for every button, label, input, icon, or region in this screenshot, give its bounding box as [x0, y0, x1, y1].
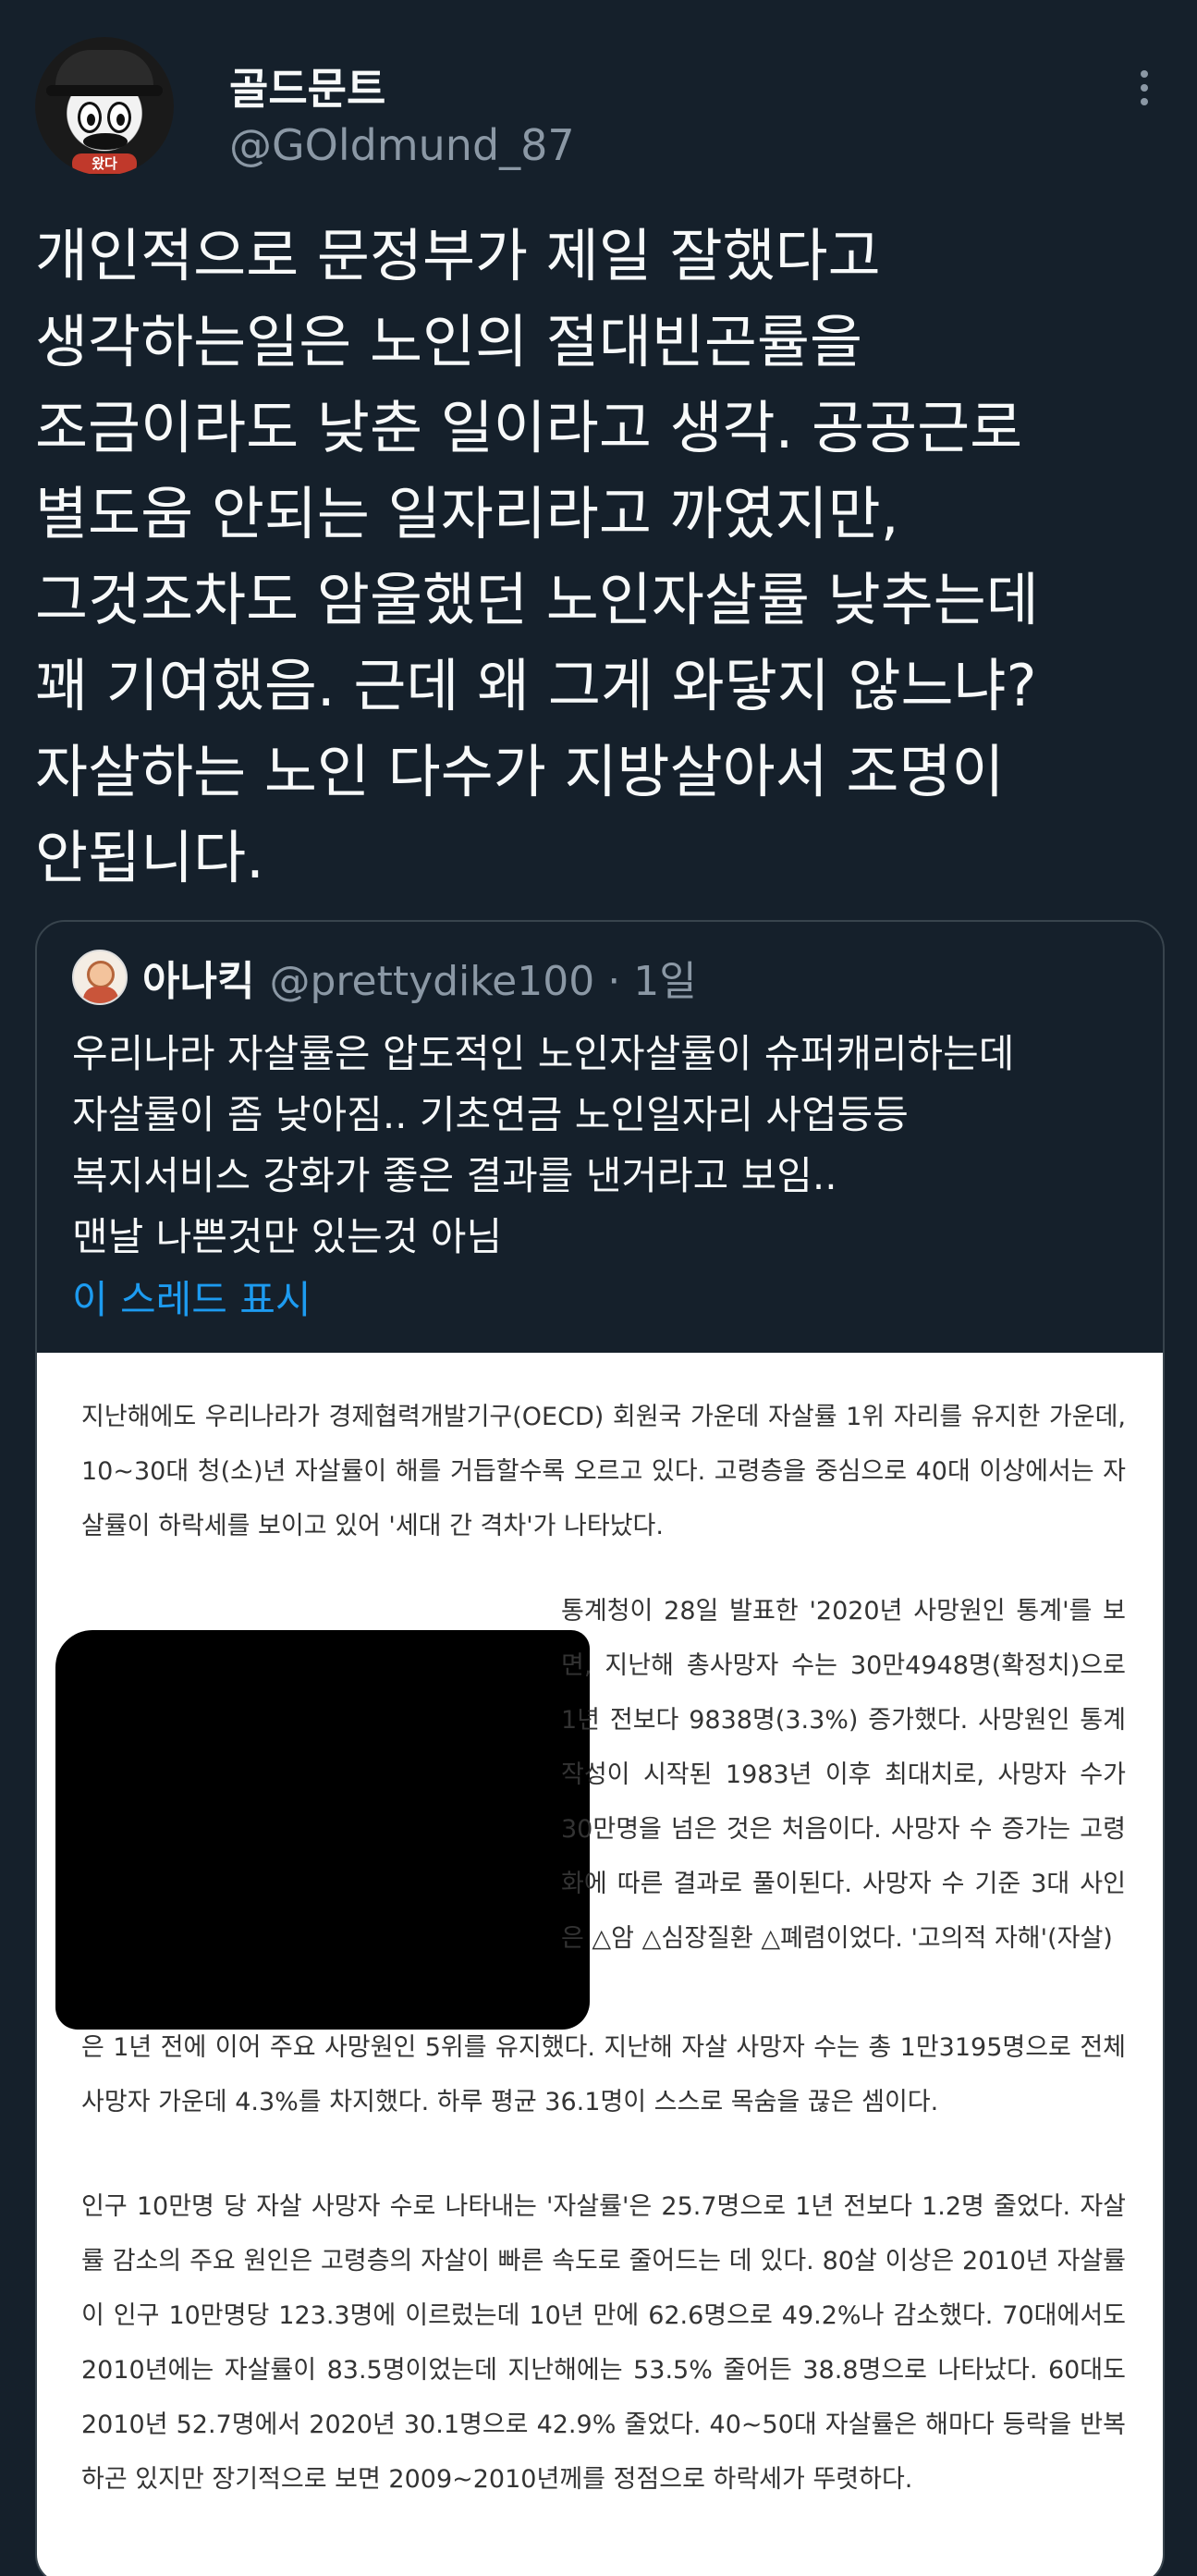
avatar-eye-right [107, 102, 131, 133]
quoted-author-display-name: 아나킥 [142, 958, 255, 1005]
article-paragraph-1: 지난해에도 우리나라가 경제협력개발기구(OECD) 회원국 가운데 자살률 1… [81, 1403, 1126, 1540]
tweet-text: 개인적으로 문정부가 제일 잘했다고 생각하는일은 노인의 절대빈곤률을 조금이… [35, 222, 1039, 891]
redacted-image-area [55, 1630, 590, 2030]
avatar-eye-left [78, 102, 102, 133]
article-paragraph-2: 통계청이 28일 발표한 '2020년 사망원인 통계'를 보면, 지난해 총사… [561, 1597, 1126, 1953]
quoted-author-handle-time: @prettydike100 · 1일 [269, 958, 697, 1005]
quoted-author-avatar [72, 950, 128, 1005]
author-avatar[interactable]: 왔다 [35, 37, 174, 176]
attached-article-image[interactable]: 지난해에도 우리나라가 경제협력개발기구(OECD) 회원국 가운데 자살률 1… [37, 1353, 1163, 2576]
author-display-name[interactable]: 골드문트 [229, 55, 385, 117]
quoted-tweet-header: 아나킥 @prettydike100 · 1일 [72, 950, 697, 1005]
quoted-tweet[interactable]: 아나킥 @prettydike100 · 1일 우리나라 자살률은 압도적인 노… [35, 920, 1165, 2576]
article-paragraph-3: 인구 10만명 당 자살 사망자 수로 나타내는 '자살률'은 25.7명으로 … [81, 2192, 1126, 2494]
avatar-cap-brim [46, 85, 163, 96]
show-thread-link[interactable]: 이 스레드 표시 [72, 1269, 311, 1325]
tweet-header: 왔다 골드문트 @GOldmund_87 [35, 37, 1163, 176]
author-handle[interactable]: @GOldmund_87 [229, 120, 575, 170]
avatar-beak [83, 133, 128, 150]
more-options-icon[interactable] [1126, 65, 1163, 111]
avatar-badge: 왔다 [72, 153, 137, 174]
article-paragraph-2-continued: 은 1년 전에 이어 주요 사망원인 5위를 유지했다. 지난해 자살 사망자 … [81, 2033, 1126, 2116]
quoted-tweet-text: 우리나라 자살률은 압도적인 노인자살률이 슈퍼캐리하는데 자살률이 좀 낮아짐… [72, 1031, 1015, 1259]
